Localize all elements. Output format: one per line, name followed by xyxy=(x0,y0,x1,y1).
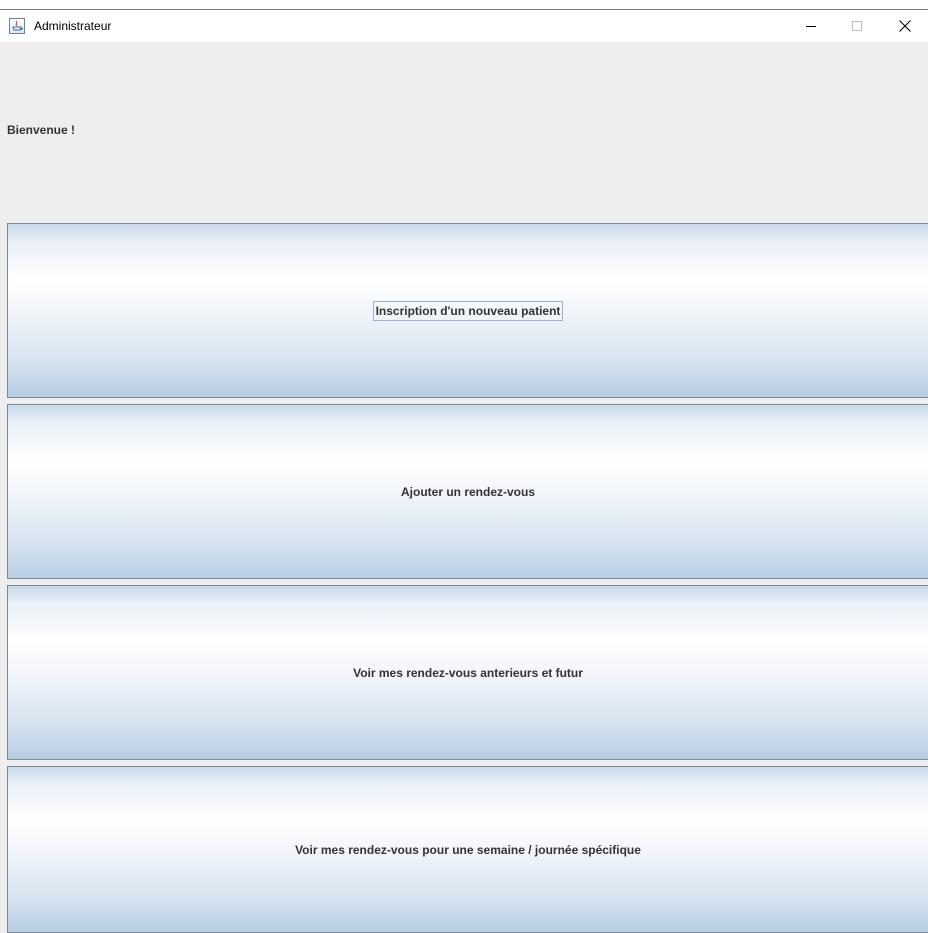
register-patient-label: Inscription d'un nouveau patient xyxy=(372,300,564,321)
view-past-future-appointments-button[interactable]: Voir mes rendez-vous anterieurs et futur xyxy=(7,585,928,760)
view-week-day-appointments-button[interactable]: Voir mes rendez-vous pour une semaine / … xyxy=(7,766,928,933)
close-button[interactable] xyxy=(882,10,928,42)
add-appointment-button[interactable]: Ajouter un rendez-vous xyxy=(7,404,928,579)
add-appointment-label: Ajouter un rendez-vous xyxy=(400,484,535,499)
maximize-icon xyxy=(852,21,862,31)
title-bar[interactable]: Administrateur xyxy=(0,10,928,42)
close-icon xyxy=(899,20,911,32)
java-app-icon xyxy=(9,18,25,34)
view-past-future-appointments-label: Voir mes rendez-vous anterieurs et futur xyxy=(353,665,583,680)
view-week-day-appointments-label: Voir mes rendez-vous pour une semaine / … xyxy=(295,842,641,857)
minimize-button[interactable] xyxy=(788,10,834,42)
welcome-label: Bienvenue ! xyxy=(7,123,76,137)
main-panel: Bienvenue ! Inscription d'un nouveau pat… xyxy=(0,42,928,933)
register-patient-button[interactable]: Inscription d'un nouveau patient xyxy=(7,223,928,398)
maximize-button[interactable] xyxy=(834,10,880,42)
window-top-edge xyxy=(0,0,928,10)
window-title: Administrateur xyxy=(34,19,112,33)
minimize-icon xyxy=(806,26,816,27)
